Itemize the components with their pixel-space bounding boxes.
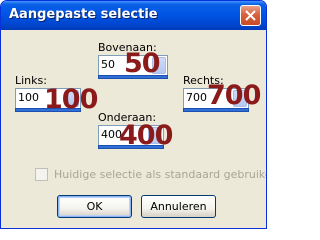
default-selection-checkbox[interactable] (35, 168, 48, 181)
top-value[interactable]: 50 (101, 58, 115, 71)
ok-button[interactable]: OK (57, 195, 132, 218)
left-value[interactable]: 100 (18, 91, 39, 104)
window-title: Aangepaste selectie (9, 7, 158, 22)
left-overlay-number: 100 (44, 84, 98, 115)
left-label: Links: (15, 74, 47, 87)
close-button[interactable] (240, 5, 261, 26)
top-overlay-number: 50 (124, 48, 161, 79)
right-value[interactable]: 700 (186, 91, 207, 104)
cancel-button[interactable]: Annuleren (141, 195, 216, 218)
default-selection-label[interactable]: Huidige selectie als standaard gebruiken (54, 168, 266, 181)
close-icon (245, 10, 256, 21)
dialog-window: Aangepaste selectie Bovenaan: 50 50 Link… (0, 0, 267, 229)
dialog-client: Bovenaan: 50 50 Links: 100 100 Rechts: 7… (4, 30, 266, 227)
title-bar[interactable]: Aangepaste selectie (1, 1, 266, 30)
right-overlay-number: 700 (207, 80, 261, 111)
bottom-overlay-number: 400 (119, 120, 173, 151)
